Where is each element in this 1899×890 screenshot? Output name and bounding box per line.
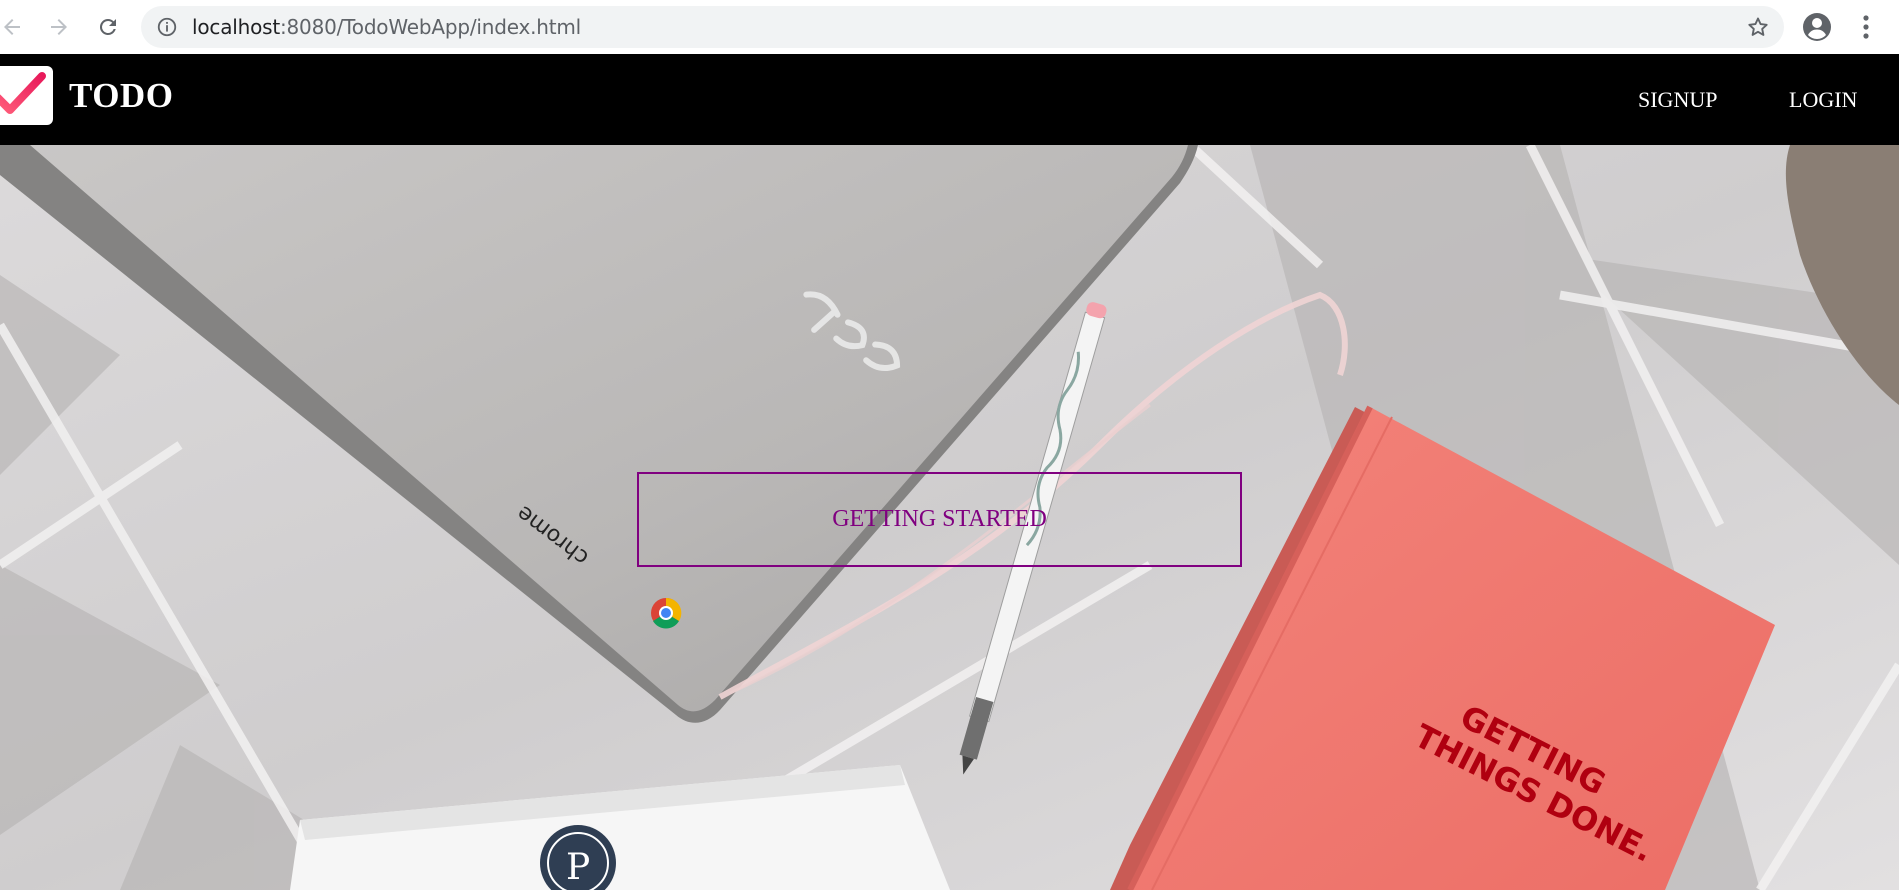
reload-icon[interactable] — [91, 10, 125, 44]
bookmark-star-icon[interactable] — [1746, 15, 1770, 39]
brand-title[interactable]: TODO — [69, 76, 173, 116]
profile-icon[interactable] — [1800, 10, 1834, 44]
address-bar[interactable]: localhost:8080/TodoWebApp/index.html — [141, 6, 1784, 48]
url-path: :8080/TodoWebApp/index.html — [279, 15, 581, 39]
chrome-logo-icon — [651, 597, 682, 629]
info-icon[interactable] — [156, 16, 178, 38]
hero-section: chrome GETTING THINGS DONE. P GETTING ST… — [0, 145, 1899, 890]
url-host: localhost — [192, 15, 280, 39]
browser-toolbar: localhost:8080/TodoWebApp/index.html — [0, 0, 1899, 54]
url-text[interactable]: localhost:8080/TodoWebApp/index.html — [192, 6, 581, 48]
p-badge-letter: P — [566, 847, 590, 888]
forward-arrow-icon[interactable] — [42, 10, 76, 44]
more-vert-icon[interactable] — [1852, 10, 1880, 44]
checkmark-icon — [0, 72, 46, 114]
signup-link[interactable]: SIGNUP — [1638, 87, 1717, 113]
logo[interactable] — [0, 66, 53, 125]
app-navbar: TODO SIGNUP LOGIN — [0, 54, 1899, 145]
login-link[interactable]: LOGIN — [1789, 87, 1857, 113]
back-arrow-icon[interactable] — [0, 10, 29, 44]
getting-started-button[interactable]: GETTING STARTED — [637, 472, 1242, 567]
